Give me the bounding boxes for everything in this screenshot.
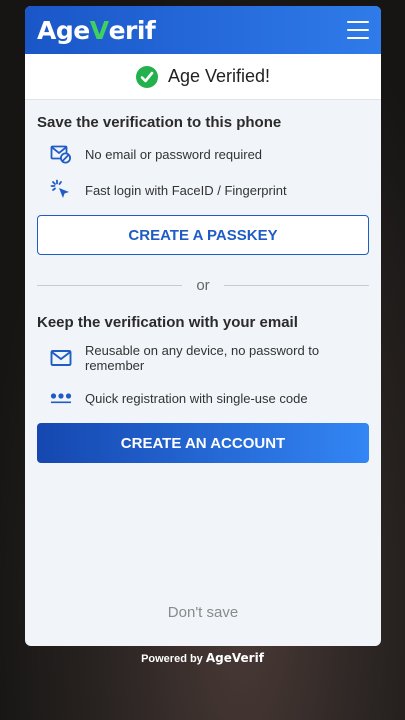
verified-text: Age Verified! bbox=[167, 66, 271, 86]
feature-quick-registration-text: Quick registration with single-use code bbox=[85, 390, 308, 406]
powered-by-footer: Powered by AgeVerif bbox=[0, 651, 405, 665]
or-divider: or bbox=[37, 277, 369, 294]
logo-prefix: Age bbox=[37, 15, 90, 45]
feature-reusable: Reusable on any device, no password to r… bbox=[37, 343, 369, 373]
divider-line-right bbox=[223, 285, 369, 286]
verified-status-bar: Age Verified! bbox=[25, 54, 381, 100]
modal-content: Save the verification to this phone No e… bbox=[25, 100, 381, 463]
no-email-icon bbox=[49, 143, 73, 165]
envelope-icon bbox=[49, 347, 73, 369]
divider-label: or bbox=[196, 277, 210, 294]
email-section-title: Keep the verification with your email bbox=[37, 314, 298, 331]
footer-brand-prefix: A bbox=[205, 651, 216, 665]
footer-brand-suffix: geVerif bbox=[215, 651, 264, 665]
header-bar: Age Verif bbox=[25, 6, 381, 54]
feature-fast-login-text: Fast login with FaceID / Fingerprint bbox=[85, 182, 287, 198]
code-dots-icon bbox=[49, 387, 73, 409]
dont-save-link[interactable]: Don't save bbox=[25, 604, 381, 621]
tap-icon bbox=[49, 179, 73, 201]
feature-no-email-text: No email or password required bbox=[85, 146, 263, 162]
footer-brand-logo: AgeVerif bbox=[206, 651, 264, 665]
phone-section-title: Save the verification to this phone bbox=[37, 114, 282, 131]
feature-fast-login: Fast login with FaceID / Fingerprint bbox=[37, 179, 369, 201]
powered-by-label: Powered by bbox=[141, 653, 203, 665]
check-circle-icon bbox=[135, 65, 158, 88]
divider-line-left bbox=[37, 285, 183, 286]
hamburger-icon[interactable] bbox=[347, 21, 369, 39]
feature-reusable-text: Reusable on any device, no password to r… bbox=[85, 343, 320, 373]
create-passkey-button[interactable]: CREATE A PASSKEY bbox=[37, 215, 369, 255]
feature-no-email: No email or password required bbox=[37, 143, 369, 165]
create-account-button[interactable]: CREATE AN ACCOUNT bbox=[37, 423, 369, 463]
verification-modal: Age Verif Age Verified! Save the verifica… bbox=[25, 6, 381, 646]
logo-check-v: V bbox=[89, 15, 109, 45]
logo-suffix: erif bbox=[108, 15, 156, 45]
feature-quick-registration: Quick registration with single-use code bbox=[37, 387, 369, 409]
ageverif-logo: Age Verif bbox=[37, 15, 156, 45]
